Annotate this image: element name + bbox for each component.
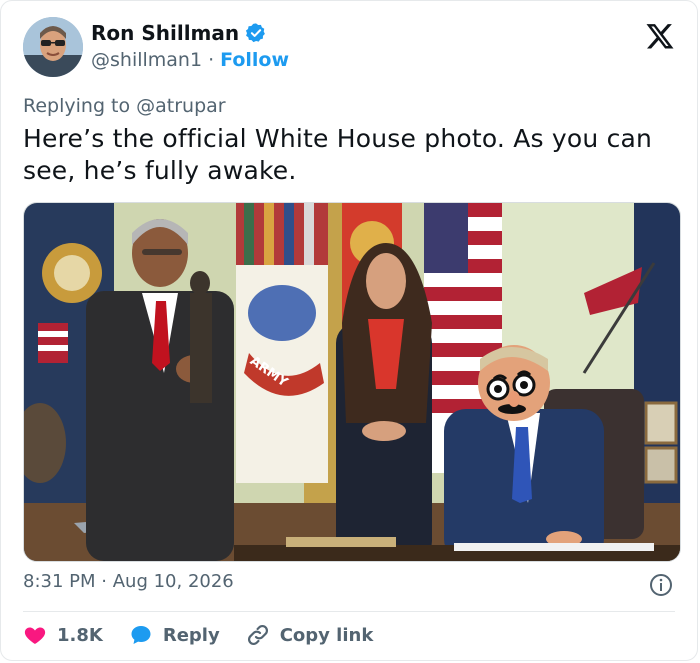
reply-label: Reply [162,624,220,646]
info-icon[interactable] [649,573,673,597]
heart-icon [24,627,46,644]
tweet-photo[interactable]: ARMY [23,202,681,562]
x-logo-icon[interactable] [645,21,675,51]
timestamp[interactable]: 8:31 PM · Aug 10, 2026 [23,571,234,592]
handle-row: @shillman1 · Follow [91,49,289,71]
speech-bubble-icon [131,626,151,644]
copy-link-label: Copy link [279,624,374,646]
verified-badge-icon [246,23,266,43]
separator-dot: · [101,571,107,592]
follow-button[interactable]: Follow [220,49,289,71]
divider [23,611,675,612]
separator-dot: · [208,49,215,71]
tweet-card: Ron Shillman @shillman1 · Follow Replyin… [0,0,698,661]
like-count: 1.8K [57,624,103,646]
copy-link-button[interactable]: Copy link [246,623,374,647]
author-row: Ron Shillman [91,21,267,45]
action-bar: 1.8K Reply Copy link [23,623,399,647]
like-button[interactable]: 1.8K [23,623,103,647]
reply-button[interactable]: Reply [129,623,220,647]
avatar[interactable] [23,17,83,77]
link-icon [247,624,268,646]
author-handle[interactable]: @shillman1 [91,49,202,71]
tweet-date: Aug 10, 2026 [112,571,234,592]
tweet-time: 8:31 PM [23,571,96,592]
author-name[interactable]: Ron Shillman [91,21,239,45]
tweet-text: Here’s the official White House photo. A… [23,124,653,185]
replying-to[interactable]: Replying to @atrupar [23,95,226,117]
